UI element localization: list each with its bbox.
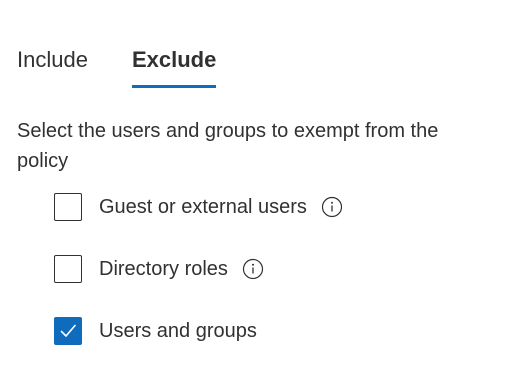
checkmark-icon	[60, 324, 76, 337]
users-and-groups-checkbox[interactable]	[54, 317, 82, 345]
option-users-and-groups[interactable]: Users and groups	[54, 315, 343, 347]
directory-roles-checkbox[interactable]	[54, 255, 82, 283]
info-icon[interactable]	[321, 196, 343, 218]
exclude-description: Select the users and groups to exempt fr…	[17, 120, 439, 172]
users-and-groups-label: Users and groups	[99, 320, 257, 342]
tab-include[interactable]: Include	[17, 42, 88, 78]
guest-external-users-checkbox[interactable]	[54, 193, 82, 221]
exclude-options: Guest or external users Directory roles	[54, 191, 343, 377]
directory-roles-label: Directory roles	[99, 258, 228, 280]
option-guest-external-users[interactable]: Guest or external users	[54, 191, 343, 223]
tab-list: Include Exclude	[17, 42, 217, 88]
info-icon[interactable]	[242, 258, 264, 280]
guest-external-users-label: Guest or external users	[99, 196, 307, 218]
option-directory-roles[interactable]: Directory roles	[54, 253, 343, 285]
tab-exclude[interactable]: Exclude	[131, 42, 217, 88]
